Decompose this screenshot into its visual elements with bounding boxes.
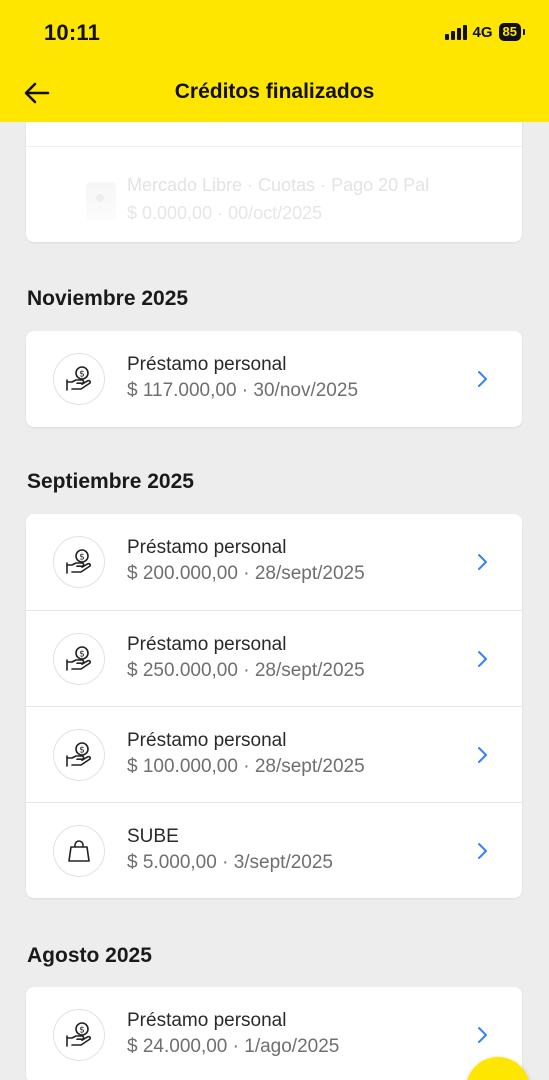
status-indicators: 4G 85 [444,22,526,42]
svg-text:$: $ [79,650,85,660]
credit-title: Préstamo personal [127,730,287,751]
credit-row[interactable]: SUBE $ 5.000,00 · 3/sept/2025 [26,802,522,898]
credit-row[interactable]: $ Préstamo personal $ 24.000,00 · 1/ago/… [26,987,522,1080]
status-time: 10:11 [44,20,101,45]
section-card-noviembre: $ Préstamo personal $ 117.000,00 · 30/no… [26,331,522,427]
status-bar: 10:11 4G 85 [0,0,549,62]
credit-subtitle: $ 250.000,00 · 28/sept/2025 [127,660,365,681]
credit-subtitle: $ 200.000,00 · 28/sept/2025 [127,563,365,584]
nav-bar: Créditos finalizados [0,62,549,122]
chevron-right-icon [478,1027,487,1043]
screen: 10:11 4G 85 Créditos finalizados Mercado… [0,0,549,1080]
app-header: 10:11 4G 85 Créditos finalizados [0,0,549,122]
chevron-right-icon [478,554,487,570]
shopping-bag-icon [53,825,105,877]
divider [26,146,522,147]
hand-money-icon: $ [53,729,105,781]
credit-title: Préstamo personal [127,537,287,558]
svg-text:$: $ [79,746,85,756]
credit-subtitle: $ 100.000,00 · 28/sept/2025 [127,756,365,777]
signal-icon [444,24,467,40]
chevron-right-icon [478,747,487,763]
credit-row-text: Préstamo personal $ 200.000,00 · 28/sept… [127,536,365,587]
chevron-right-icon [478,843,487,859]
battery-indicator: 85 [498,23,526,41]
hand-money-icon: $ [53,1009,105,1061]
hand-money-icon: $ [53,633,105,685]
dot-icon [96,194,104,202]
section-title-agosto: Agosto 2025 [27,944,152,967]
hand-money-icon: $ [53,536,105,588]
chevron-right-icon [478,371,487,387]
network-type: 4G [472,23,493,41]
svg-text:$: $ [79,1026,85,1036]
credit-title: Préstamo personal [127,354,287,375]
faded-credit-subtitle: $ 0.000,00 · 00/oct/2025 [127,203,323,223]
credit-row-text: Préstamo personal $ 250.000,00 · 28/sept… [127,633,365,684]
chevron-right-icon [478,651,487,667]
credit-row-text: Préstamo personal $ 100.000,00 · 28/sept… [127,729,365,780]
faded-credit-title: Mercado Libre · Cuotas · Pago 20 Pal [127,175,430,195]
credit-row[interactable]: $ Préstamo personal $ 100.000,00 · 28/se… [26,706,522,802]
svg-text:$: $ [79,553,85,563]
credit-row-text: Préstamo personal $ 24.000,00 · 1/ago/20… [127,1009,339,1060]
section-title-septiembre: Septiembre 2025 [27,470,194,493]
credit-row-text: SUBE $ 5.000,00 · 3/sept/2025 [127,825,333,876]
credit-subtitle: $ 24.000,00 · 1/ago/2025 [127,1036,340,1057]
svg-text:$: $ [79,370,85,380]
faded-credit-card[interactable]: Mercado Libre · Cuotas · Pago 20 Pal $ 0… [26,110,522,242]
page-title: Créditos finalizados [174,80,375,103]
credit-subtitle: $ 5.000,00 · 3/sept/2025 [127,852,333,873]
credit-title: SUBE [127,826,179,847]
section-title-noviembre: Noviembre 2025 [27,287,189,310]
hand-money-icon: $ [53,353,105,405]
credit-row-text: Préstamo personal $ 117.000,00 · 30/nov/… [127,353,358,404]
credit-title: Préstamo personal [127,634,287,655]
section-card-septiembre: $ Préstamo personal $ 200.000,00 · 28/se… [26,514,522,898]
credit-title: Préstamo personal [127,1010,287,1031]
credit-row[interactable]: $ Préstamo personal $ 200.000,00 · 28/se… [26,514,522,610]
section-card-agosto: $ Préstamo personal $ 24.000,00 · 1/ago/… [26,987,522,1080]
credit-subtitle: $ 117.000,00 · 30/nov/2025 [127,380,359,401]
credit-row[interactable]: $ Préstamo personal $ 250.000,00 · 28/se… [26,610,522,706]
credit-row[interactable]: $ Préstamo personal $ 117.000,00 · 30/no… [26,331,522,427]
